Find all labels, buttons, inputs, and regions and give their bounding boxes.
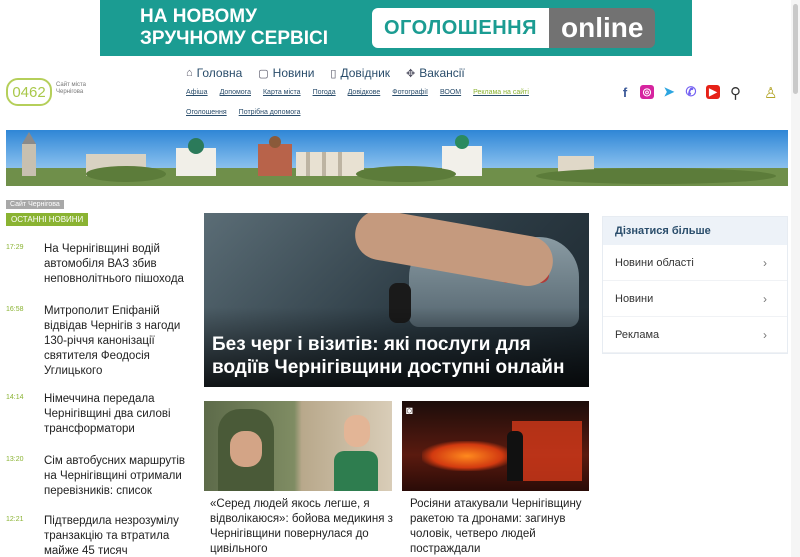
- list-item[interactable]: 14:14 Німеччина передала Чернігівщині дв…: [6, 392, 196, 437]
- news-title[interactable]: Митрополит Епіфаній відвідав Чернігів з …: [44, 304, 196, 379]
- banner-pill: ОГОЛОШЕННЯ online: [372, 8, 656, 48]
- news-title[interactable]: Німеччина передала Чернігівщині два сило…: [44, 392, 196, 437]
- panel-link-label: Новини: [615, 292, 654, 305]
- viber-icon[interactable]: ✆: [684, 84, 698, 99]
- card-image-apron: [334, 451, 378, 491]
- hero-article[interactable]: Без черг і візитів: які послуги для воді…: [204, 213, 589, 387]
- sub-nav-link[interactable]: Довідкове: [348, 89, 381, 96]
- list-item[interactable]: 16:58 Митрополит Епіфаній відвідав Черні…: [6, 304, 196, 379]
- nav-label: Довідник: [340, 66, 391, 80]
- nav-item-vacancies[interactable]: ✥ Вакансії: [406, 66, 465, 80]
- telegram-icon[interactable]: ➤: [662, 84, 676, 99]
- learn-more-panel: Дізнатися більше Новини області › Новини…: [602, 216, 788, 354]
- sub-nav: Афіша Допомога Карта міста Погода Довідк…: [186, 89, 529, 96]
- briefcase-icon: ✥: [406, 67, 416, 80]
- news-title[interactable]: На Чернігівщині водій автомобіля ВАЗ зби…: [44, 242, 196, 287]
- scrollbar[interactable]: [791, 0, 800, 557]
- banner-line-1: НА НОВОМУ: [140, 6, 257, 27]
- site-chip[interactable]: Сайт Чернігова: [6, 200, 64, 209]
- panel-title: Дізнатися більше: [603, 217, 787, 245]
- camera-icon: ◙: [406, 405, 413, 417]
- panel-link-label: Новини області: [615, 256, 694, 269]
- card-image-face: [230, 431, 262, 467]
- panorama-skyline: [6, 132, 788, 186]
- chevron-right-icon: ›: [763, 327, 767, 342]
- card-title[interactable]: Росіяни атакували Чернігівщину ракетою т…: [410, 497, 598, 557]
- nav-label: Вакансії: [419, 66, 465, 80]
- latest-news-label[interactable]: ОСТАННІ НОВИНИ: [6, 213, 89, 226]
- news-title[interactable]: Підтвердила незрозумілу транзакцію та вт…: [44, 514, 196, 557]
- chevron-right-icon: ›: [763, 255, 767, 270]
- sub-nav-link[interactable]: Потрібна допомога: [239, 109, 301, 116]
- list-item[interactable]: 13:20 Сім автобусних маршрутів на Черніг…: [6, 454, 196, 499]
- news-time: 17:29: [6, 244, 24, 251]
- card-image-face: [344, 415, 370, 447]
- city-panorama: [6, 130, 788, 186]
- sub-nav-link[interactable]: Фотографії: [392, 89, 428, 96]
- list-item[interactable]: 17:29 На Чернігівщині водій автомобіля В…: [6, 242, 196, 287]
- banner-line-2: ЗРУЧНОМУ СЕРВІСІ: [140, 28, 328, 49]
- sub-nav-link[interactable]: Карта міста: [263, 89, 301, 96]
- news-title[interactable]: Сім автобусних маршрутів на Чернігівщині…: [44, 454, 196, 499]
- card-image[interactable]: [204, 401, 392, 491]
- nav-item-news[interactable]: ▢ Новини: [258, 66, 314, 80]
- hero-title[interactable]: Без черг і візитів: які послуги для воді…: [212, 333, 584, 379]
- banner-pill-left: ОГОЛОШЕННЯ: [372, 8, 549, 48]
- chevron-right-icon: ›: [763, 291, 767, 306]
- news-time: 12:21: [6, 516, 24, 523]
- sub-nav-link[interactable]: Оголошення: [186, 109, 227, 116]
- scrollbar-thumb[interactable]: [793, 4, 798, 94]
- sub-nav-link[interactable]: Погода: [313, 89, 336, 96]
- book-icon: ▯: [330, 67, 337, 80]
- facebook-icon[interactable]: f: [618, 85, 632, 100]
- banner-pill-right: online: [548, 8, 656, 48]
- user-icon[interactable]: ♙: [764, 84, 777, 102]
- sub-nav-link[interactable]: Афіша: [186, 89, 208, 96]
- news-time: 13:20: [6, 456, 24, 463]
- ad-banner[interactable]: НА НОВОМУ ЗРУЧНОМУ СЕРВІСІ ОГОЛОШЕННЯ on…: [100, 0, 692, 56]
- sub-nav-link[interactable]: ВООМ: [440, 89, 461, 96]
- chat-icon: ▢: [258, 67, 269, 80]
- banner-text: НА НОВОМУ ЗРУЧНОМУ СЕРВІСІ: [100, 6, 370, 50]
- sub-nav-secondary: Оголошення Потрібна допомога: [186, 109, 300, 116]
- search-icon[interactable]: ⚲: [730, 84, 741, 102]
- nav-item-directory[interactable]: ▯ Довідник: [330, 66, 390, 80]
- main-nav: ⌂ Головна ▢ Новини ▯ Довідник ✥ Вакансії: [186, 66, 465, 80]
- instagram-icon[interactable]: ◎: [640, 85, 654, 99]
- youtube-icon[interactable]: ▶: [706, 85, 720, 99]
- card-image-firefighter: [507, 431, 523, 481]
- sub-nav-link[interactable]: Допомога: [220, 89, 251, 96]
- panel-link-label: Реклама: [615, 328, 660, 341]
- home-icon: ⌂: [186, 67, 193, 79]
- nav-label: Новини: [272, 66, 315, 80]
- panel-link-region-news[interactable]: Новини області ›: [603, 245, 787, 281]
- page: НА НОВОМУ ЗРУЧНОМУ СЕРВІСІ ОГОЛОШЕННЯ on…: [0, 0, 800, 557]
- news-time: 16:58: [6, 306, 24, 313]
- nav-item-home[interactable]: ⌂ Головна: [186, 66, 242, 80]
- site-logo[interactable]: 0462: [6, 78, 52, 106]
- card-image[interactable]: ◙: [402, 401, 589, 491]
- social-links: f ◎ ➤ ✆ ▶: [618, 84, 720, 100]
- logo-subtitle: Сайт міста Чернігова: [56, 82, 86, 95]
- news-time: 14:14: [6, 394, 24, 401]
- nav-label: Головна: [196, 66, 243, 80]
- card-title[interactable]: «Серед людей якось легше, я відволікаюся…: [210, 497, 398, 557]
- panel-link-news[interactable]: Новини ›: [603, 281, 787, 317]
- card-image-fire: [422, 441, 512, 471]
- list-item[interactable]: 12:21 Підтвердила незрозумілу транзакцію…: [6, 514, 196, 557]
- panel-link-ads[interactable]: Реклама ›: [603, 317, 787, 353]
- sub-nav-link-ads[interactable]: Реклама на сайті: [473, 89, 529, 96]
